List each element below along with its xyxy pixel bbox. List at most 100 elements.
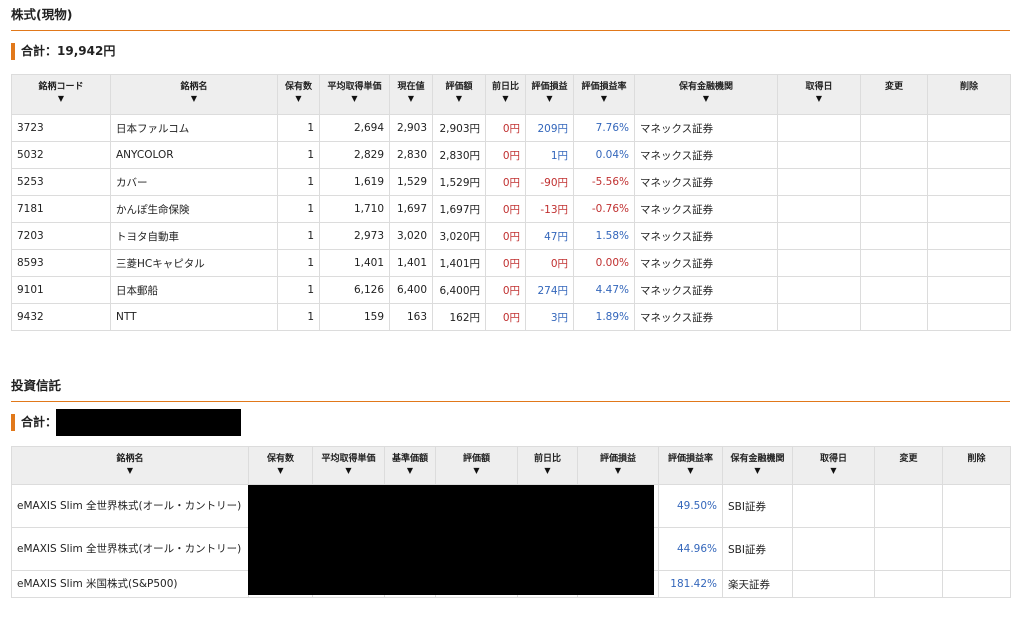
stocks-header-3[interactable]: 平均取得単価 ▼: [319, 74, 390, 115]
funds-header-2[interactable]: 平均取得単価 ▼: [312, 446, 385, 485]
stock-profit-loss: 274円: [525, 276, 574, 304]
sort-down-icon[interactable]: ▼: [531, 93, 568, 105]
sort-down-icon[interactable]: ▼: [325, 93, 384, 105]
stock-day-change: 0円: [485, 195, 526, 223]
stock-profit-loss-rate: 1.58%: [573, 222, 635, 250]
edit-cell[interactable]: [860, 114, 928, 142]
delete-cell[interactable]: [927, 249, 1011, 277]
sort-down-icon[interactable]: ▼: [783, 93, 855, 105]
funds-header-10: 変更: [874, 446, 943, 485]
sort-down-icon[interactable]: ▼: [17, 93, 105, 105]
fund-name: eMAXIS Slim 全世界株式(オール・カントリー): [11, 527, 249, 571]
column-label: 保有数: [266, 454, 294, 464]
sort-down-icon[interactable]: ▼: [728, 465, 787, 477]
funds-header-3[interactable]: 基準価額 ▼: [384, 446, 436, 485]
funds-header-6[interactable]: 評価損益 ▼: [577, 446, 659, 485]
sort-down-icon[interactable]: ▼: [664, 465, 717, 477]
sort-down-icon[interactable]: ▼: [491, 93, 520, 105]
sort-down-icon[interactable]: ▼: [254, 465, 307, 477]
sort-down-icon[interactable]: ▼: [798, 465, 869, 477]
delete-cell[interactable]: [942, 570, 1011, 598]
stocks-table: 銘柄コード ▼ 銘柄名 ▼ 保有数 ▼ 平均取得単価 ▼ 現在値 ▼ 評価額 ▼ 前日比 ▼ 評価損益 ▼ 評価…: [11, 74, 1011, 331]
stocks-header-4[interactable]: 現在値 ▼: [389, 74, 433, 115]
edit-cell[interactable]: [860, 222, 928, 250]
fund-profit-loss-rate: 44.96%: [658, 527, 723, 571]
stock-day-change: 0円: [485, 114, 526, 142]
funds-header-7[interactable]: 評価損益率 ▼: [658, 446, 723, 485]
sort-down-icon[interactable]: ▼: [438, 93, 480, 105]
edit-cell[interactable]: [860, 141, 928, 169]
stock-code: 7181: [11, 195, 111, 223]
funds-header-8[interactable]: 保有金融機関 ▼: [722, 446, 793, 485]
stock-avg-price: 6,126: [319, 276, 390, 304]
stock-profit-loss-rate: 7.76%: [573, 114, 635, 142]
stock-institution: マネックス証券: [634, 195, 778, 223]
delete-cell[interactable]: [927, 195, 1011, 223]
stock-code: 5253: [11, 168, 111, 196]
stocks-header-10[interactable]: 取得日 ▼: [777, 74, 861, 115]
stock-value: 2,903円: [432, 114, 486, 142]
stocks-header-9[interactable]: 保有金融機関 ▼: [634, 74, 778, 115]
edit-cell[interactable]: [860, 249, 928, 277]
sort-down-icon[interactable]: ▼: [579, 93, 629, 105]
stocks-header-0[interactable]: 銘柄コード ▼: [11, 74, 111, 115]
edit-cell[interactable]: [860, 168, 928, 196]
funds-header-0[interactable]: 銘柄名 ▼: [11, 446, 249, 485]
sort-down-icon[interactable]: ▼: [640, 93, 772, 105]
stock-institution: マネックス証券: [634, 114, 778, 142]
edit-cell[interactable]: [874, 527, 943, 571]
stocks-header-7[interactable]: 評価損益 ▼: [525, 74, 574, 115]
sort-down-icon[interactable]: ▼: [441, 465, 512, 477]
delete-cell[interactable]: [927, 114, 1011, 142]
sort-down-icon[interactable]: ▼: [523, 465, 572, 477]
stocks-header-1[interactable]: 銘柄名 ▼: [110, 74, 278, 115]
delete-cell[interactable]: [927, 222, 1011, 250]
sort-down-icon[interactable]: ▼: [583, 465, 653, 477]
stock-name: かんぽ生命保険: [110, 195, 278, 223]
stock-value: 2,830円: [432, 141, 486, 169]
funds-header-9[interactable]: 取得日 ▼: [792, 446, 875, 485]
delete-cell[interactable]: [927, 168, 1011, 196]
column-label: 評価損益率: [667, 454, 713, 464]
sort-down-icon[interactable]: ▼: [395, 93, 427, 105]
delete-cell[interactable]: [927, 303, 1011, 331]
edit-cell[interactable]: [860, 303, 928, 331]
funds-header-1[interactable]: 保有数 ▼: [248, 446, 313, 485]
table-row: 5253 カバー 1 1,619 1,529 1,529円 0円 -90円 -5.56% マネック…: [11, 168, 1011, 196]
stock-current-price: 2,903: [389, 114, 433, 142]
edit-cell[interactable]: [874, 570, 943, 598]
sort-down-icon[interactable]: ▼: [318, 465, 379, 477]
sort-down-icon[interactable]: ▼: [116, 93, 272, 105]
funds-header-4[interactable]: 評価額 ▼: [435, 446, 518, 485]
column-label: 銘柄名: [180, 82, 208, 92]
stocks-header-2[interactable]: 保有数 ▼: [277, 74, 320, 115]
stock-name: 日本ファルコム: [110, 114, 278, 142]
stocks-header-12: 削除: [927, 74, 1011, 115]
column-label: 評価損益: [531, 82, 568, 92]
delete-cell[interactable]: [942, 484, 1011, 528]
edit-cell[interactable]: [860, 276, 928, 304]
column-label: 変更: [899, 454, 918, 464]
stock-avg-price: 2,829: [319, 141, 390, 169]
column-label: 現在値: [397, 82, 425, 92]
stock-code: 8593: [11, 249, 111, 277]
stocks-header-5[interactable]: 評価額 ▼: [432, 74, 486, 115]
stocks-header-8[interactable]: 評価損益率 ▼: [573, 74, 635, 115]
stocks-header-6[interactable]: 前日比 ▼: [485, 74, 526, 115]
edit-cell[interactable]: [874, 484, 943, 528]
stock-current-price: 2,830: [389, 141, 433, 169]
table-row: 5032 ANYCOLOR 1 2,829 2,830 2,830円 0円 1円 0.04% マネ…: [11, 141, 1011, 169]
edit-cell[interactable]: [860, 195, 928, 223]
sort-down-icon[interactable]: ▼: [17, 465, 243, 477]
funds-header-5[interactable]: 前日比 ▼: [517, 446, 578, 485]
fund-institution: SBI証券: [722, 527, 793, 571]
sort-down-icon[interactable]: ▼: [283, 93, 314, 105]
stock-code: 5032: [11, 141, 111, 169]
stock-institution: マネックス証券: [634, 222, 778, 250]
delete-cell[interactable]: [927, 141, 1011, 169]
sort-down-icon[interactable]: ▼: [390, 465, 430, 477]
acquired-date: [777, 114, 861, 142]
delete-cell[interactable]: [927, 276, 1011, 304]
delete-cell[interactable]: [942, 527, 1011, 571]
table-row: 3723 日本ファルコム 1 2,694 2,903 2,903円 0円 209円 7.76% マ…: [11, 114, 1011, 142]
